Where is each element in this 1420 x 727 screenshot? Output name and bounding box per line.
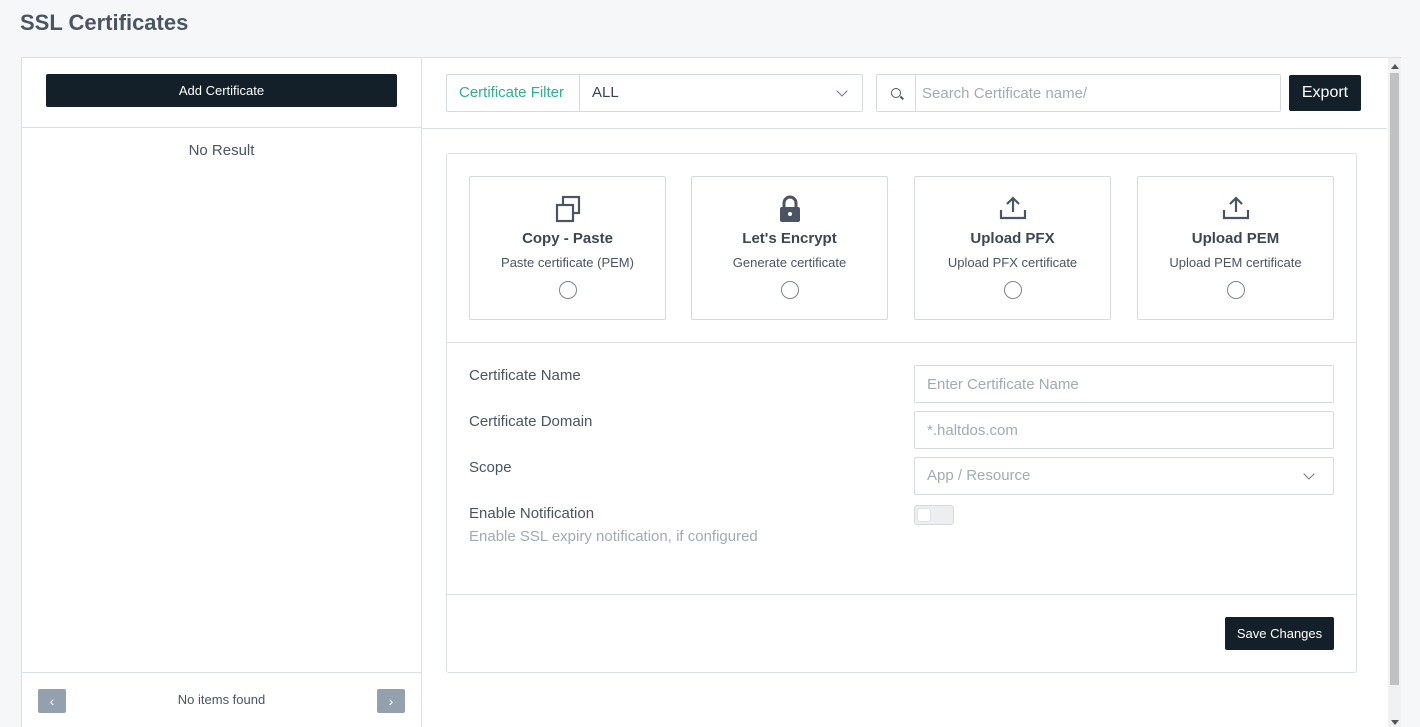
add-certificate-button[interactable]: Add Certificate — [46, 74, 397, 107]
certificate-domain-input[interactable] — [914, 411, 1334, 449]
option-subtitle: Upload PFX certificate — [947, 255, 1078, 270]
option-title: Upload PEM — [1191, 230, 1280, 247]
filter-label: Certificate Filter — [447, 75, 580, 111]
scrollbar-thumb[interactable] — [1390, 73, 1399, 685]
certificate-filter: Certificate Filter ALL — [446, 74, 863, 112]
page-title: SSL Certificates — [20, 10, 189, 35]
save-changes-button[interactable]: Save Changes — [1225, 617, 1334, 650]
option-subtitle: Paste certificate (PEM) — [501, 255, 634, 270]
certificate-name-label: Certificate Name — [469, 367, 581, 384]
toolbar: Certificate Filter ALL Export — [422, 58, 1387, 129]
main-frame: Add Certificate No Result ‹ No items fou… — [21, 57, 1401, 727]
scope-placeholder: App / Resource — [927, 467, 1031, 484]
certificate-domain-label: Certificate Domain — [469, 413, 593, 430]
pagination: ‹ No items found › — [22, 672, 421, 727]
pagination-status: No items found — [177, 692, 266, 707]
enable-notification-description: Enable SSL expiry notification, if confi… — [469, 528, 758, 545]
vertical-scrollbar[interactable] — [1388, 58, 1401, 727]
certificate-name-input[interactable] — [914, 365, 1334, 403]
scroll-down-arrow-icon[interactable] — [1391, 720, 1399, 725]
certificate-form-card: Copy - Paste Paste certificate (PEM) Let… — [446, 153, 1357, 673]
empty-state-text: No Result — [188, 142, 255, 159]
certificate-list-panel: Add Certificate No Result ‹ No items fou… — [22, 58, 422, 727]
divider — [447, 594, 1356, 595]
next-page-button[interactable]: › — [377, 689, 405, 713]
scope-select[interactable]: App / Resource — [914, 457, 1334, 495]
export-button[interactable]: Export — [1289, 75, 1361, 111]
upload-icon — [998, 195, 1028, 226]
option-upload-pem[interactable]: Upload PEM Upload PEM certificate — [1137, 176, 1334, 320]
filter-value: ALL — [592, 84, 619, 101]
scope-label: Scope — [469, 459, 512, 476]
option-copy-paste[interactable]: Copy - Paste Paste certificate (PEM) — [469, 176, 666, 320]
option-radio[interactable] — [558, 281, 577, 299]
certificate-detail-panel: Certificate Filter ALL Export Copy - Pas — [422, 58, 1387, 727]
search-box — [876, 74, 1281, 112]
filter-select[interactable]: ALL — [580, 75, 862, 111]
option-radio[interactable] — [1003, 281, 1022, 299]
option-lets-encrypt[interactable]: Let's Encrypt Generate certificate — [691, 176, 888, 320]
option-subtitle: Generate certificate — [732, 255, 847, 270]
copy-icon — [554, 195, 582, 228]
divider — [22, 127, 421, 128]
option-radio[interactable] — [780, 281, 799, 299]
option-upload-pfx[interactable]: Upload PFX Upload PFX certificate — [914, 176, 1111, 320]
option-title: Upload PFX — [970, 230, 1055, 247]
option-radio[interactable] — [1226, 281, 1245, 299]
upload-icon — [1221, 195, 1251, 226]
chevron-down-icon — [836, 85, 848, 97]
search-icon — [877, 75, 916, 111]
option-title: Let's Encrypt — [742, 230, 837, 247]
option-subtitle: Upload PEM certificate — [1169, 255, 1302, 270]
option-title: Copy - Paste — [522, 230, 613, 247]
chevron-down-icon — [1303, 468, 1315, 480]
scroll-up-arrow-icon[interactable] — [1391, 64, 1399, 69]
lock-icon — [778, 195, 802, 228]
toggle-knob — [918, 509, 930, 521]
divider — [447, 342, 1356, 343]
enable-notification-label: Enable Notification — [469, 505, 595, 522]
search-input[interactable] — [916, 75, 1280, 111]
notification-toggle[interactable] — [914, 505, 954, 525]
